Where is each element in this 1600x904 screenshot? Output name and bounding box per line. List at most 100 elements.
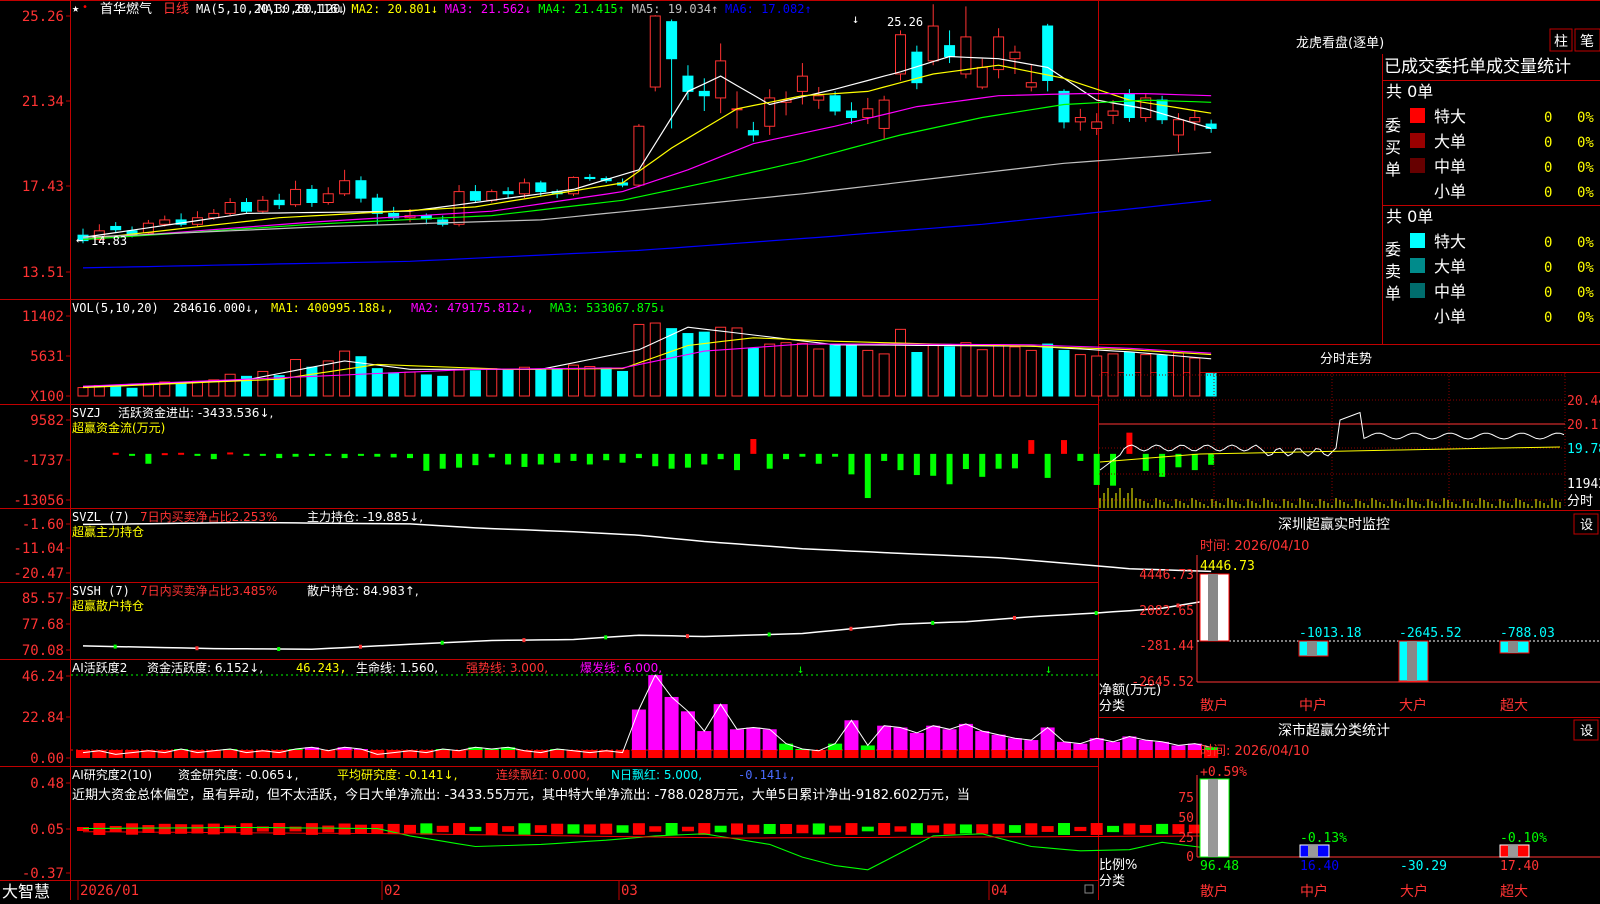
volume-bar: [420, 374, 432, 397]
ai-active-base: [304, 750, 319, 758]
flow-bar: [815, 453, 822, 464]
volume-bar: [1025, 349, 1037, 397]
flow-bar: [1061, 440, 1067, 454]
retail-holding-line[interactable]: [82, 599, 1212, 652]
research-bar: [845, 823, 858, 835]
flow-bar: [439, 453, 446, 469]
research-bar: [1058, 823, 1070, 835]
ai-active-base: [631, 750, 646, 758]
volume-bar: [469, 370, 481, 397]
research-bar: [567, 824, 580, 834]
favorite-star-icon[interactable]: ★: [72, 1, 79, 15]
research-bar: [583, 824, 596, 834]
ma-values-row: MA1: 20.116↓ MA2: 20.801↓ MA3: 21.562↓ MA4:…: [258, 2, 812, 16]
vol-ma2: MA2: 479175.812↓,: [411, 301, 534, 315]
candlestick-chart[interactable]: [77, 4, 1217, 244]
flow-bar: [684, 453, 691, 468]
classify-class: 超大: [1500, 884, 1528, 900]
candle-body: [1025, 82, 1037, 88]
candle-body: [1107, 110, 1119, 116]
candle-body: [1058, 90, 1070, 123]
main-holding-line[interactable]: [82, 521, 1212, 573]
ai-active-base: [680, 750, 695, 758]
volume-bar: [1074, 354, 1086, 397]
y-tick-label: 0.48: [30, 776, 64, 792]
research-bar: [698, 823, 711, 835]
volume-bar: [437, 375, 449, 397]
volume-bar: [126, 387, 138, 397]
intraday-panel[interactable]: 分时走势 20.44 20.11 19.78 11942 分时: [1099, 351, 1600, 509]
high-price-label: 25.26: [887, 15, 923, 29]
stock-name[interactable]: 首华燃气: [100, 1, 152, 17]
svzl-label: SVZL (7): [72, 510, 130, 524]
ai-research-y-axis: 0.48 0.05 -0.37: [22, 776, 71, 882]
flow-bar: [292, 453, 299, 457]
main-y-axis: 25.26 21.34 17.43 13.51: [22, 9, 71, 281]
order-pct: 0%: [1577, 135, 1594, 151]
flow-bar: [472, 453, 479, 466]
lock-icon[interactable]: [1084, 884, 1094, 894]
svzj-text: 活跃资金进出: -3433.536↓,: [118, 405, 273, 420]
flow-bar: [783, 453, 790, 460]
ai-active-bars[interactable]: ↓ ↓: [71, 662, 1219, 758]
svzj-sub: 超赢资金流(万元): [72, 420, 165, 435]
research-bar: [1008, 825, 1021, 833]
svzj-label: SVZJ: [72, 406, 101, 420]
y-tick-label: -1.60: [22, 517, 64, 533]
high-price-marker: ↓: [852, 12, 859, 26]
svsh-sub: 超赢散户持仓: [72, 598, 144, 613]
ma-line-ma1: [82, 55, 1212, 238]
ai-active-base: [828, 750, 843, 758]
capital-flow-bars[interactable]: [112, 432, 1215, 499]
ai-research-chart[interactable]: [77, 823, 1218, 871]
research-bar: [976, 824, 989, 834]
volume-bar: [306, 366, 318, 397]
classify-y-label: 50: [1178, 811, 1194, 826]
y-tick-label: -11.04: [13, 541, 64, 557]
period-label[interactable]: 日线: [163, 2, 189, 17]
svsh-ratio: 7日内买卖净占比3.485%: [140, 583, 277, 598]
candle-body: [1172, 119, 1184, 136]
ai-active-base: [468, 750, 483, 758]
intraday-vol-label: 11942: [1567, 477, 1600, 492]
ai-active-base: [795, 750, 810, 758]
retail-marker: [849, 626, 853, 631]
ai-research-nred: N日飘红: 5.000,: [611, 767, 702, 782]
retail-marker: [685, 634, 689, 639]
research-bar: [93, 823, 106, 835]
y-tick-label: 0.00: [30, 751, 64, 767]
svzj-y-axis: 9582 -1737 -13056: [13, 413, 71, 509]
volume-bar: [617, 370, 629, 397]
monitor-y-label: 4446.73: [1139, 568, 1194, 583]
order-count: 0: [1544, 160, 1552, 176]
ai-active-base: [991, 750, 1006, 758]
research-bar: [1090, 823, 1103, 835]
research-bar: [894, 826, 907, 832]
ai-active-base: [877, 750, 892, 758]
sell-order-rows: 特大 0 0% 大单 0 0% 中单 0 0% 小单 0 0%: [1410, 232, 1594, 326]
classify-value-label: 16.40: [1300, 859, 1339, 874]
flow-bar: [668, 453, 675, 469]
ai-active-base: [1155, 750, 1170, 758]
chart-workspace[interactable]: ★ • 首华燃气 日线 MA(5,10,20,30,60,120) MA1: 2…: [0, 0, 1600, 901]
retail-marker: [113, 644, 117, 649]
volume-bar: [175, 383, 187, 397]
ma-value: MA2: 20.801↓: [351, 2, 438, 16]
research-bar: [469, 826, 482, 832]
candle-body: [1042, 25, 1054, 81]
ai-research-extra: -0.141↓,: [738, 768, 796, 782]
main-header: ★ • 首华燃气 日线 MA(5,10,20,30,60,120) MA1: 2…: [72, 1, 812, 17]
x-tick-label: 02: [384, 883, 401, 899]
ai-active-base: [386, 750, 401, 758]
classify-y-label: 25: [1178, 831, 1194, 846]
ai-active-base: [484, 750, 499, 758]
order-count: 0: [1544, 185, 1552, 201]
monitor-class: 散户: [1200, 697, 1228, 714]
volume-bar: [731, 327, 743, 397]
monitor-bar-core: [1508, 641, 1518, 653]
classify-change-label: +0.59%: [1200, 765, 1247, 780]
order-pct: 0%: [1577, 110, 1594, 126]
intraday-title: 分时走势: [1320, 351, 1372, 367]
svsh-holding: 散户持仓: 84.983↑,: [307, 583, 419, 598]
y-tick-label: 13.51: [22, 265, 64, 281]
